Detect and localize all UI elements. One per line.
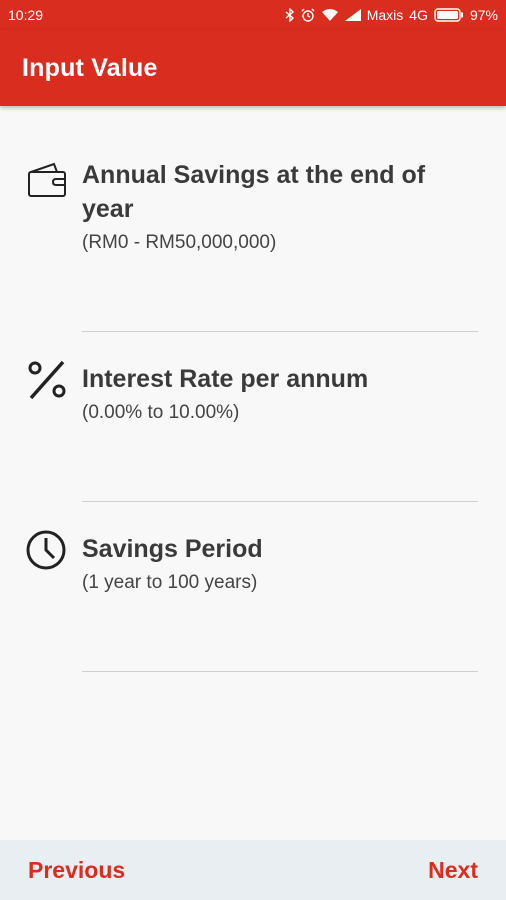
wifi-icon <box>321 8 339 22</box>
savings-period-field: Savings Period (1 year to 100 years) <box>0 502 506 672</box>
status-time: 10:29 <box>8 7 44 23</box>
status-carrier: Maxis <box>366 7 404 23</box>
interest-rate-range: (0.00% to 10.00%) <box>82 402 240 423</box>
status-network: 4G <box>409 7 428 23</box>
savings-period-range: (1 year to 100 years) <box>82 572 258 593</box>
savings-period-input[interactable] <box>82 636 478 672</box>
input-form: Annual Savings at the end of year (RM0 -… <box>0 106 506 840</box>
next-button[interactable]: Next <box>428 857 478 884</box>
battery-icon <box>434 8 464 22</box>
savings-period-title: Savings Period <box>82 535 263 563</box>
percent-icon <box>26 358 70 402</box>
alarm-icon <box>301 8 315 22</box>
interest-rate-field: Interest Rate per annum (0.00% to 10.00%… <box>0 332 506 502</box>
page-title: Input Value <box>22 53 158 82</box>
status-battery: 97% <box>469 7 498 23</box>
signal-icon <box>344 9 361 21</box>
interest-rate-input[interactable] <box>82 466 478 502</box>
app-bar: Input Value <box>0 30 506 106</box>
annual-savings-title: Annual Savings at the end of year <box>82 161 426 223</box>
bottom-navigation: Previous Next <box>0 840 506 900</box>
status-indicators: Maxis 4G 97% <box>285 7 498 23</box>
wallet-icon <box>26 158 70 202</box>
status-bar: 10:29 Maxis 4G 97% <box>0 0 506 30</box>
clock-icon <box>26 528 70 572</box>
annual-savings-field: Annual Savings at the end of year (RM0 -… <box>0 106 506 332</box>
annual-savings-input[interactable] <box>82 296 478 332</box>
previous-button[interactable]: Previous <box>28 857 125 884</box>
bluetooth-icon <box>285 8 295 22</box>
interest-rate-title: Interest Rate per annum <box>82 365 369 393</box>
annual-savings-range: (RM0 - RM50,000,000) <box>82 232 277 253</box>
